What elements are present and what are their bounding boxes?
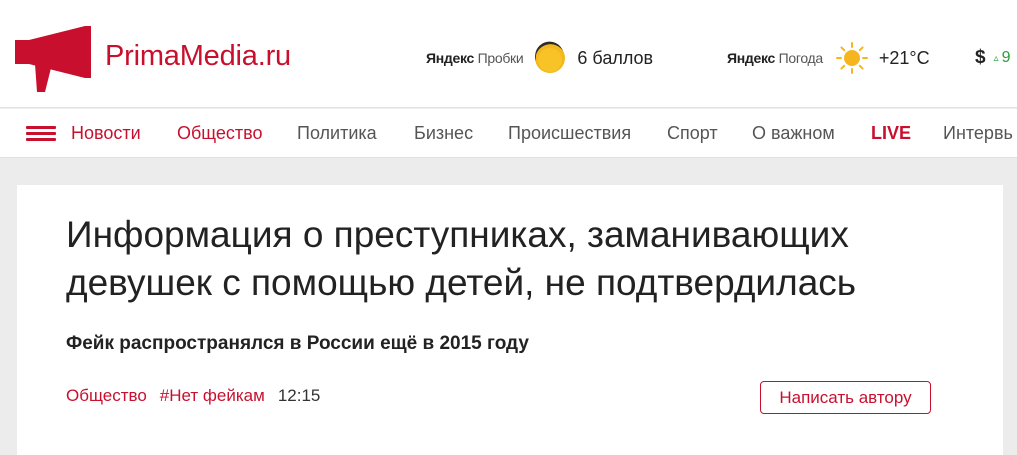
nav-item-live[interactable]: LIVE — [871, 123, 911, 144]
nav-item-society[interactable]: Общество — [177, 123, 263, 144]
site-header: PrimaMedia.ru Яндекс Пробки 6 баллов Янд… — [0, 0, 1017, 108]
article-tag-society[interactable]: Общество — [66, 386, 147, 406]
traffic-widget[interactable]: Яндекс Пробки 6 баллов — [426, 41, 654, 74]
nav-item-politics[interactable]: Политика — [297, 123, 377, 144]
weather-label: Яндекс Погода — [727, 50, 823, 66]
nav-item-sport[interactable]: Спорт — [667, 123, 718, 144]
dollar-sign-icon: $ — [975, 47, 986, 68]
sun-icon — [835, 42, 868, 74]
main-navigation: Новости Общество Политика Бизнес Происше… — [0, 109, 1017, 158]
nav-item-incidents[interactable]: Происшествия — [508, 123, 631, 144]
nav-item-interview[interactable]: Интервь — [943, 123, 1013, 144]
traffic-jam-icon — [535, 41, 566, 73]
trend-up-icon: ▵ — [993, 52, 999, 64]
weather-widget[interactable]: Яндекс Погода +21°C — [727, 42, 930, 74]
article-subtitle: Фейк распространялся в России ещё в 2015… — [66, 333, 529, 354]
article-title: Информация о преступниках, заманивающих … — [66, 214, 857, 303]
article-meta: Общество #Нет фейкам 12:15 — [66, 386, 320, 406]
currency-value: 9 — [1001, 49, 1011, 66]
write-author-button[interactable]: Написать автору — [760, 381, 931, 414]
megaphone-icon — [15, 26, 91, 92]
nav-item-business[interactable]: Бизнес — [414, 123, 473, 144]
article-card: Информация о преступниках, заманивающих … — [17, 185, 1003, 455]
currency-widget[interactable]: $ ▵ 9 — [975, 42, 1011, 74]
article-tag-no-fakes[interactable]: #Нет фейкам — [160, 386, 265, 406]
weather-value: +21°C — [878, 47, 930, 68]
hamburger-menu-icon[interactable] — [26, 126, 56, 142]
site-name: PrimaMedia.ru — [105, 40, 291, 72]
article-time: 12:15 — [277, 386, 321, 405]
site-logo[interactable]: PrimaMedia.ru — [15, 22, 315, 94]
nav-item-news[interactable]: Новости — [71, 123, 141, 144]
traffic-label: Яндекс Пробки — [426, 50, 524, 66]
traffic-value: 6 баллов — [577, 47, 654, 68]
nav-item-important[interactable]: О важном — [752, 123, 835, 144]
